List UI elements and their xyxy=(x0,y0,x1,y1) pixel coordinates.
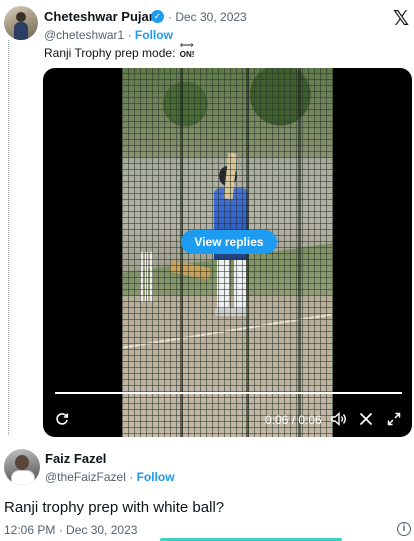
volume-icon[interactable] xyxy=(331,406,347,434)
video-time: 0:06 / 0:06 xyxy=(265,413,322,427)
video-player[interactable]: View replies 0:06 / 0:06 xyxy=(43,68,412,437)
avatar-cheteshwar-pujara[interactable] xyxy=(4,6,38,40)
quoted-tweet: Cheteshwar Pujara ✓ · Dec 30, 2023 @chet… xyxy=(0,0,414,442)
handle-row: @cheteshwar1 · Follow xyxy=(44,28,173,42)
reply-author-handle[interactable]: @theFaizFazel xyxy=(45,470,126,484)
tweet-text-content: Ranji Trophy prep mode: xyxy=(44,46,176,60)
video-progress-fill xyxy=(55,392,402,394)
reply-text: Ranji trophy prep with white ball? xyxy=(4,499,225,516)
reply-author-name[interactable]: Faiz Fazel xyxy=(45,451,106,466)
thread-connector-line xyxy=(8,40,9,435)
video-controls: 0:06 / 0:06 xyxy=(43,406,412,434)
emoji-on-label: ON! xyxy=(179,50,195,59)
author-name[interactable]: Cheteshwar Pujara xyxy=(44,9,161,24)
reply-follow-button[interactable]: Follow xyxy=(137,470,175,484)
info-icon[interactable]: i xyxy=(397,522,411,536)
x-logo-icon[interactable] xyxy=(359,406,373,434)
replay-icon[interactable] xyxy=(55,406,69,434)
view-replies-button[interactable]: View replies xyxy=(181,230,277,254)
video-progress-bar[interactable] xyxy=(55,392,402,394)
separator: · xyxy=(124,28,135,42)
separator: · xyxy=(125,470,137,484)
verified-badge-icon: ✓ xyxy=(151,10,164,23)
follow-button[interactable]: Follow xyxy=(135,28,173,42)
fullscreen-icon[interactable] xyxy=(387,406,401,434)
tweet-date[interactable]: · Dec 30, 2023 xyxy=(168,10,247,24)
x-logo-icon[interactable]: 𝕏 xyxy=(393,9,409,29)
avatar-faiz-fazel[interactable] xyxy=(4,449,40,485)
reply-handle-row: @theFaizFazel · Follow xyxy=(45,470,175,484)
reply-timestamp[interactable]: 12:06 PM · Dec 30, 2023 xyxy=(4,523,137,537)
on-arrow-emoji-icon: ⇐⇒ ON! xyxy=(179,41,198,60)
tweet-text: Ranji Trophy prep mode: ⇐⇒ ON! xyxy=(44,41,198,61)
emoji-arrows: ⇐⇒ xyxy=(179,40,194,50)
author-handle[interactable]: @cheteshwar1 xyxy=(44,28,124,42)
net-poles xyxy=(180,68,183,437)
